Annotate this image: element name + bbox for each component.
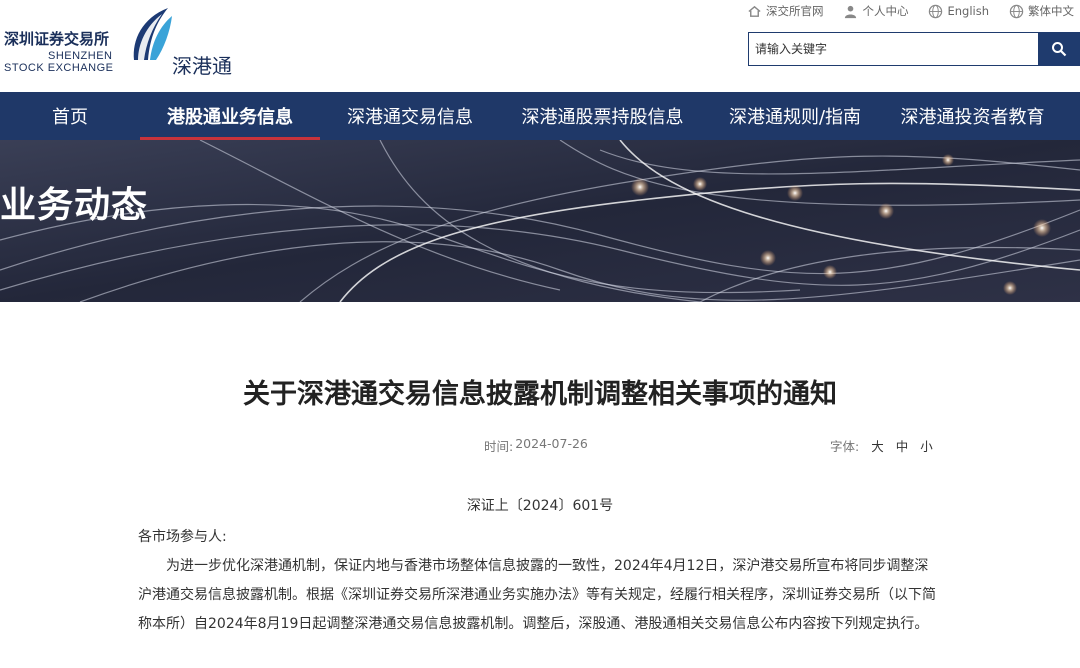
- font-size-medium-button[interactable]: 中: [896, 436, 909, 455]
- nav-item-rules-guides[interactable]: 深港通规则/指南: [705, 92, 885, 140]
- toplink-personal-center[interactable]: 个人中心: [843, 3, 908, 19]
- nav-item-investor-education[interactable]: 深港通投资者教育: [885, 92, 1060, 140]
- time-value: 2024-07-26: [515, 436, 588, 451]
- article-title: 关于深港通交易信息披露机制调整相关事项的通知: [243, 379, 837, 410]
- logo-chinese-name: 深圳证券交易所: [4, 30, 110, 48]
- article-paragraph: 为进一步优化深港通机制，保证内地与香港市场整体信息披露的一致性，2024年4月1…: [138, 558, 936, 632]
- logo-english-line2: STOCK EXCHANGE: [4, 62, 114, 74]
- main-nav: 首页 港股通业务信息 深港通交易信息 深港通股票持股信息 深港通规则/指南 深港…: [0, 92, 1080, 140]
- search-bar: [748, 32, 1080, 66]
- nav-item-home[interactable]: 首页: [0, 92, 140, 140]
- home-icon: [748, 5, 761, 17]
- time-label: 时间:: [484, 439, 514, 454]
- page-banner: 业务动态: [0, 140, 1080, 302]
- banner-light-streaks: [0, 140, 1080, 302]
- globe-icon: [1009, 4, 1024, 18]
- top-links: 深交所官网 个人中心 English 繁体中文: [747, 2, 1074, 20]
- globe-icon: [929, 4, 943, 18]
- nav-item-trading-info[interactable]: 深港通交易信息: [320, 92, 500, 140]
- search-button[interactable]: [1038, 32, 1080, 66]
- logo-english-line1: SHENZHEN: [48, 50, 113, 62]
- toplink-label: 繁体中文: [1028, 4, 1074, 18]
- toplink-szse-site[interactable]: 深交所官网: [747, 3, 824, 19]
- toplink-label: 个人中心: [862, 4, 909, 18]
- toplink-label: 深交所官网: [765, 4, 824, 18]
- szse-logo[interactable]: 深圳证券交易所 SHENZHEN STOCK EXCHANGE 深港通: [4, 6, 244, 78]
- search-icon: [1052, 42, 1067, 57]
- nav-item-shareholding-info[interactable]: 深港通股票持股信息: [500, 92, 705, 140]
- font-size-small-button[interactable]: 小: [920, 436, 933, 455]
- toplink-label: English: [947, 4, 989, 18]
- toplink-english[interactable]: English: [928, 4, 989, 19]
- search-input[interactable]: [748, 32, 1038, 66]
- logo-subtitle: 深港通: [172, 54, 232, 78]
- site-header: 深圳证券交易所 SHENZHEN STOCK EXCHANGE 深港通 深交所官…: [0, 0, 1080, 92]
- document-number: 深证上〔2024〕601号: [466, 498, 614, 514]
- logo-sail-mark: [133, 8, 172, 60]
- font-label: 字体:: [830, 439, 860, 454]
- salutation: 各市场参与人:: [138, 529, 227, 545]
- font-size-selector: 字体: 大 中 小: [830, 436, 933, 455]
- user-icon: [845, 5, 857, 18]
- nav-item-hk-connect-business[interactable]: 港股通业务信息: [140, 92, 320, 140]
- toplink-traditional-chinese[interactable]: 繁体中文: [1009, 3, 1074, 19]
- article-time: 时间: 2024-07-26: [484, 436, 588, 455]
- banner-title: 业务动态: [0, 185, 149, 226]
- font-size-large-button[interactable]: 大: [871, 436, 884, 455]
